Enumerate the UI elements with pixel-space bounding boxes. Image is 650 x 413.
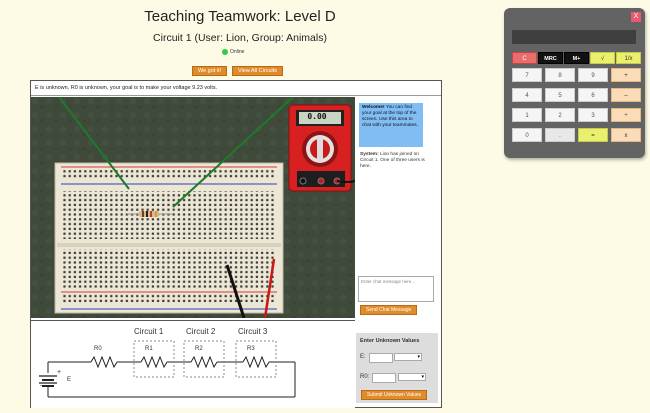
online-dot-icon <box>222 49 228 55</box>
multimeter-reading: 0.00 <box>307 112 327 121</box>
calc-key-equals[interactable]: = <box>578 128 608 142</box>
send-chat-button[interactable]: Send Chat Message <box>360 305 418 315</box>
breadboard-svg[interactable] <box>31 97 355 318</box>
online-label: Online <box>230 49 245 55</box>
calc-key-clear[interactable]: C <box>512 52 537 64</box>
calc-key-9[interactable]: 9 <box>578 68 608 82</box>
e-value-input[interactable] <box>369 353 393 363</box>
calc-key-7[interactable]: 7 <box>512 68 542 82</box>
online-status: Online <box>222 49 244 55</box>
e-field-label: E: <box>360 354 366 360</box>
r0-value-input[interactable] <box>372 373 396 383</box>
calc-key-2[interactable]: 2 <box>545 108 575 122</box>
calc-key-8[interactable]: 8 <box>545 68 575 82</box>
unknown-values-title: Enter Unknown Values <box>360 338 420 344</box>
source-plus-label: + <box>57 369 62 376</box>
page-title: Teaching Teamwork: Level D <box>144 8 336 25</box>
chevron-down-icon: ▾ <box>421 374 424 380</box>
chat-input[interactable]: Enter chat message here... <box>358 276 434 302</box>
calculator-display <box>512 30 636 44</box>
circuit-3-label: Circuit 3 <box>238 327 268 336</box>
resistor-r0-label: R0 <box>94 346 102 352</box>
circuit-1-label: Circuit 1 <box>134 327 164 336</box>
calc-key-multiply[interactable]: x <box>611 128 641 142</box>
e-unit-select[interactable]: ▾ <box>394 353 422 361</box>
system-message: System: Lion has joined on Circuit 1. On… <box>360 152 426 170</box>
we-got-it-button[interactable]: We got it! <box>192 66 228 76</box>
resistor-r2-label: R2 <box>195 346 203 352</box>
calc-key-6[interactable]: 6 <box>578 88 608 102</box>
calc-key-reciprocal[interactable]: 1/x <box>616 52 641 64</box>
calc-key-5[interactable]: 5 <box>545 88 575 102</box>
welcome-message: Welcome! You can find your goal at the t… <box>359 103 423 147</box>
calc-key-minus[interactable]: – <box>611 88 641 102</box>
resistor-r1-label: R1 <box>145 346 153 352</box>
chevron-down-icon: ▾ <box>417 354 420 360</box>
source-e-label: E <box>67 377 72 383</box>
page-subtitle: Circuit 1 (User: Lion, Group: Animals) <box>153 32 327 44</box>
calc-key-sqrt[interactable]: √ <box>590 52 615 64</box>
r0-field-label: R0: <box>360 374 370 380</box>
calc-key-1[interactable]: 1 <box>512 108 542 122</box>
source-minus-label: - <box>40 383 42 389</box>
resistor-r3-label: R3 <box>247 346 255 352</box>
circuit-2-label: Circuit 2 <box>186 327 216 336</box>
calc-key-decimal[interactable]: . <box>545 128 575 142</box>
breadboard-area[interactable] <box>31 97 355 318</box>
calc-key-3[interactable]: 3 <box>578 108 608 122</box>
system-title: System: <box>360 152 379 157</box>
r0-unit-select[interactable]: ▾ <box>398 373 426 381</box>
calc-key-mrc[interactable]: MRC <box>538 52 563 64</box>
goal-text: E is unknown, R0 is unknown, your goal i… <box>31 81 441 96</box>
calc-key-plus[interactable]: + <box>611 68 641 82</box>
calculator-close-button[interactable]: X <box>631 12 641 22</box>
view-all-circuits-button[interactable]: View All Circuits <box>232 66 284 76</box>
calc-key-divide[interactable]: ÷ <box>611 108 641 122</box>
calc-key-4[interactable]: 4 <box>512 88 542 102</box>
welcome-title: Welcome! <box>362 105 385 110</box>
calc-key-mplus[interactable]: M+ <box>564 52 589 64</box>
submit-unknown-values-button[interactable]: Submit Unknown Values <box>361 390 428 400</box>
calc-key-0[interactable]: 0 <box>512 128 542 142</box>
